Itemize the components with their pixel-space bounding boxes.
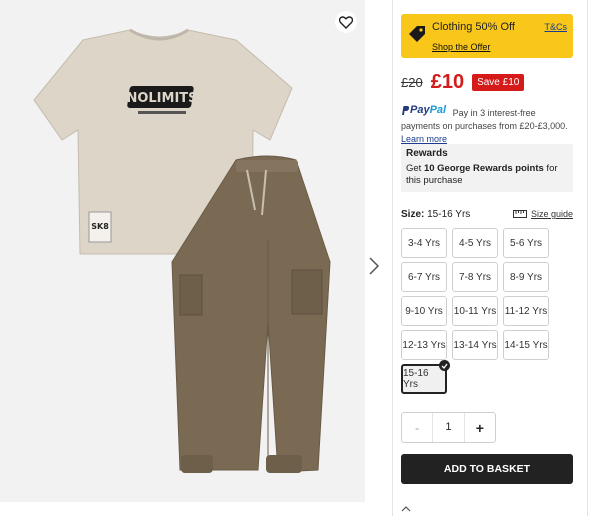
size-guide-label: Size guide (530, 209, 573, 219)
shop-offer-link[interactable]: Shop the Offer (432, 42, 490, 52)
paypal-icon (402, 106, 410, 115)
save-badge: Save £10 (472, 73, 525, 91)
size-option-8-9[interactable]: 8-9 Yrs (503, 262, 549, 292)
selected-size: 15-16 Yrs (427, 209, 471, 220)
patch-text: SK8 (91, 222, 109, 231)
ruler-icon (512, 210, 527, 218)
product-image: NOLIMITS SK8 (33, 28, 331, 473)
quantity-stepper: - 1 + (401, 412, 496, 443)
size-option-5-6[interactable]: 5-6 Yrs (503, 228, 549, 258)
heart-icon (339, 15, 353, 29)
rewards-points: 10 George Rewards points (423, 163, 544, 174)
size-option-6-7[interactable]: 6-7 Yrs (401, 262, 447, 292)
next-section-cutoff (401, 504, 577, 516)
promo-title: Clothing 50% Off (432, 21, 515, 33)
size-option-12-13[interactable]: 12-13 Yrs (401, 330, 447, 360)
size-guide-link[interactable]: Size guide (512, 209, 573, 219)
size-option-3-4[interactable]: 3-4 Yrs (401, 228, 447, 258)
add-to-basket-button[interactable]: ADD TO BASKET (401, 454, 573, 484)
paypal-info: Pay Pal Pay in 3 interest-free payments o… (401, 104, 577, 146)
quantity-value[interactable]: 1 (432, 413, 465, 442)
size-header: Size: 15-16 Yrs Size guide (401, 209, 573, 220)
size-option-15-16-label: 15-16 Yrs (403, 368, 429, 390)
paypal-learn-more-link[interactable]: Learn more (401, 134, 447, 144)
size-option-9-10[interactable]: 9-10 Yrs (401, 296, 447, 326)
rewards-title: Rewards (406, 148, 448, 159)
current-price: £10 (430, 70, 465, 93)
size-option-11-12[interactable]: 11-12 Yrs (503, 296, 549, 326)
size-option-10-11[interactable]: 10-11 Yrs (452, 296, 498, 326)
size-option-15-16[interactable]: 15-16 Yrs (401, 360, 450, 394)
size-option-13-14[interactable]: 13-14 Yrs (452, 330, 498, 360)
rewards-text-before: Get (406, 163, 424, 174)
was-price: £20 (401, 74, 423, 90)
selected-check-icon (439, 360, 450, 371)
quantity-decrease-button[interactable]: - (402, 421, 432, 435)
price-tag-icon (409, 26, 425, 42)
size-option-14-15[interactable]: 14-15 Yrs (503, 330, 549, 360)
rewards-text: Get 10 George Rewards points for this pu… (406, 163, 568, 187)
product-image-panel: NOLIMITS SK8 (0, 0, 365, 502)
delivery-icon (401, 506, 411, 512)
next-image-arrow-icon[interactable] (367, 256, 381, 276)
promo-banner[interactable]: Clothing 50% Off Shop the Offer T&Cs (401, 14, 573, 58)
paypal-logo-pay: Pay (410, 104, 430, 116)
size-options: 3-4 Yrs 4-5 Yrs 5-6 Yrs 6-7 Yrs 7-8 Yrs … (401, 228, 551, 394)
terms-link[interactable]: T&Cs (545, 22, 568, 32)
paypal-logo-pal: Pal (429, 104, 447, 116)
rewards-box: Rewards Get 10 George Rewards points for… (401, 144, 573, 192)
tshirt-print-text: NOLIMITS (126, 91, 197, 106)
size-label: Size: (401, 209, 425, 220)
size-option-7-8[interactable]: 7-8 Yrs (452, 262, 498, 292)
price-row: £20 £10 Save £10 (401, 70, 525, 94)
size-option-4-5[interactable]: 4-5 Yrs (452, 228, 498, 258)
paypal-logo: Pay Pal (401, 104, 446, 117)
quantity-increase-button[interactable]: + (465, 420, 495, 436)
wishlist-button[interactable] (335, 11, 357, 33)
